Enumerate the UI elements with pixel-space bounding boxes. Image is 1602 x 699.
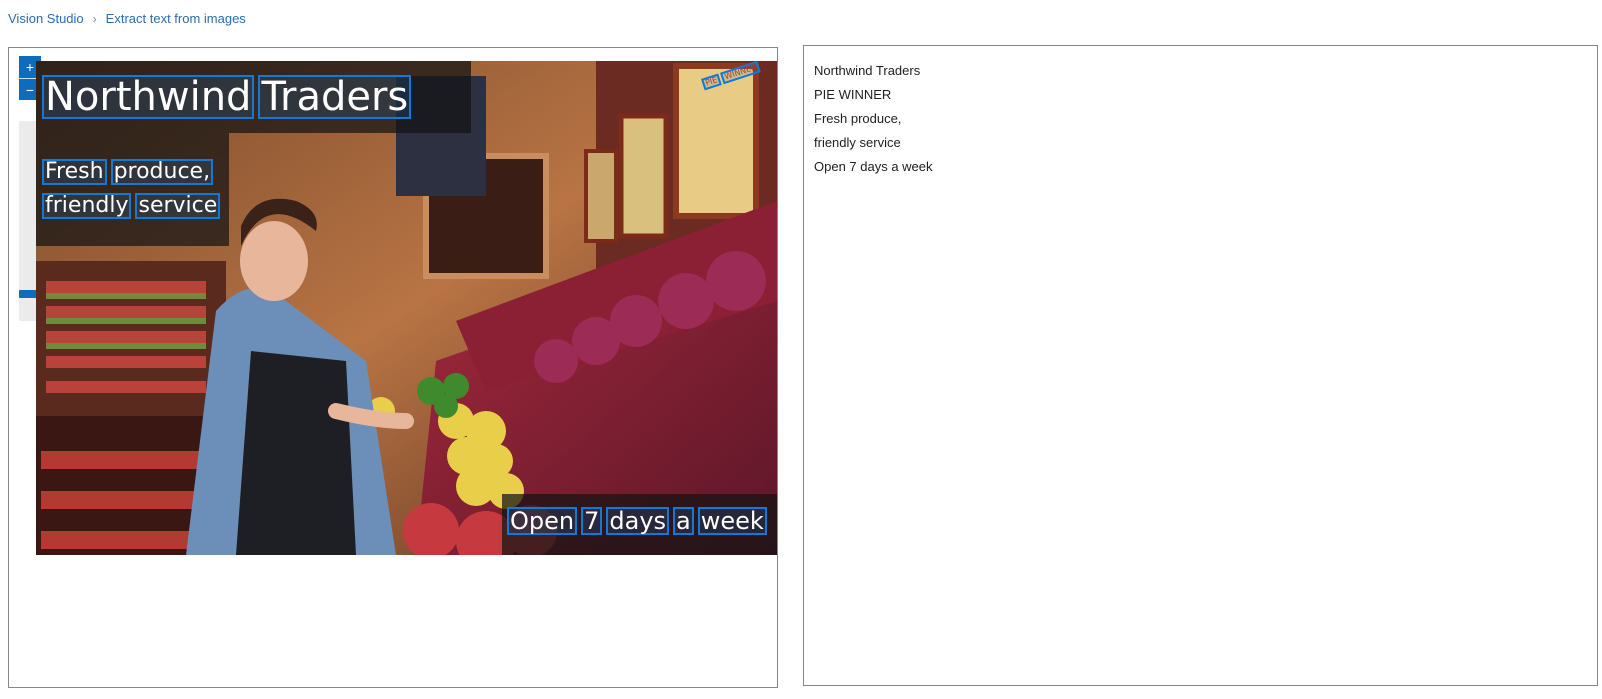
ocr-word[interactable]: friendly [42, 193, 132, 219]
ocr-word[interactable]: a [673, 507, 694, 535]
ocr-word[interactable]: Northwind [42, 75, 255, 119]
ocr-word[interactable]: Open [507, 507, 578, 535]
ocr-word[interactable]: days [606, 507, 670, 535]
breadcrumb-extract-text[interactable]: Extract text from images [106, 11, 246, 26]
ocr-word[interactable]: 7 [581, 507, 603, 535]
extracted-text-line: Northwind Traders [814, 63, 921, 78]
chevron-right-icon: › [92, 11, 97, 26]
breadcrumb-vision-studio[interactable]: Vision Studio [8, 11, 84, 26]
breadcrumb: Vision Studio › Extract text from images [8, 11, 246, 26]
ocr-word[interactable]: Fresh [42, 159, 107, 185]
ocr-line-open-7-days: Open 7 days a week [507, 507, 767, 535]
ocr-word[interactable]: service [135, 193, 221, 219]
extracted-text-line: PIE WINNER [814, 87, 892, 102]
extracted-text-line: friendly service [814, 135, 901, 150]
ocr-line-fresh-produce: Fresh produce, [42, 159, 214, 185]
ocr-word[interactable]: week [697, 507, 767, 535]
ocr-line-northwind-traders: Northwind Traders [42, 75, 412, 119]
extracted-text-panel[interactable]: Northwind Traders PIE WINNER Fresh produ… [803, 45, 1598, 686]
extracted-text-line: Open 7 days a week [814, 159, 933, 174]
extracted-text-line: Fresh produce, [814, 111, 902, 126]
ocr-word[interactable]: produce, [110, 159, 214, 185]
ocr-line-friendly-service: friendly service [42, 193, 221, 219]
analyzed-image: Northwind Traders Fresh produce, friendl… [36, 61, 777, 555]
image-panel: + − Northwind Traders Fresh produce, fri… [8, 47, 778, 688]
slogan-overlay [36, 133, 229, 246]
ocr-word[interactable]: Traders [258, 75, 412, 119]
